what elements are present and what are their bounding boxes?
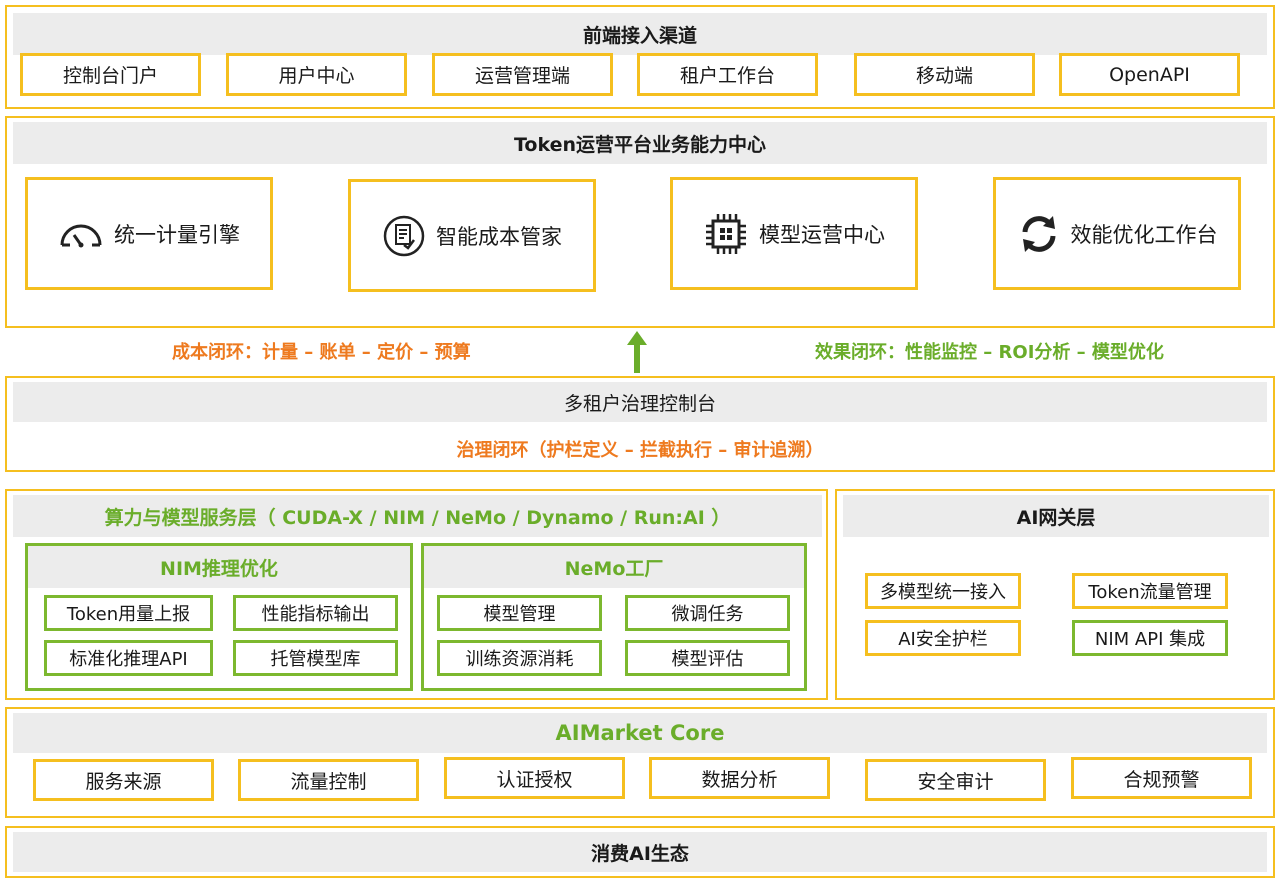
gateway-nim-api-integration[interactable]: NIM API 集成 xyxy=(1072,620,1228,656)
up-arrow-icon xyxy=(627,331,647,373)
ecosystem-panel: 消费AI生态 xyxy=(5,826,1275,878)
gateway-multi-model-access[interactable]: 多模型统一接入 xyxy=(865,573,1021,609)
nim-performance-metrics[interactable]: 性能指标输出 xyxy=(233,595,398,631)
frontend-title: 前端接入渠道 xyxy=(13,13,1267,55)
capability-label: 统一计量引擎 xyxy=(114,222,240,247)
aimarket-data-analysis[interactable]: 数据分析 xyxy=(649,757,830,799)
capability-label: 智能成本管家 xyxy=(436,224,562,249)
nemo-model-evaluation[interactable]: 模型评估 xyxy=(625,640,790,676)
nemo-group-title: NeMo工厂 xyxy=(424,546,804,588)
governance-panel: 多租户治理控制台 治理闭环（护栏定义 – 拦截执行 – 审计追溯） xyxy=(5,376,1275,472)
nim-token-usage-report[interactable]: Token用量上报 xyxy=(44,595,213,631)
governance-loop-text: 治理闭环（护栏定义 – 拦截执行 – 审计追溯） xyxy=(456,440,824,461)
token-platform-title: Token运营平台业务能力中心 xyxy=(13,122,1267,164)
capability-efficiency-workbench[interactable]: 效能优化工作台 xyxy=(993,177,1241,290)
chip-icon xyxy=(703,211,749,257)
ai-gateway-title: AI网关层 xyxy=(843,495,1269,537)
nemo-training-resource-usage[interactable]: 训练资源消耗 xyxy=(437,640,602,676)
aimarket-security-audit[interactable]: 安全审计 xyxy=(865,759,1046,801)
channel-console-portal[interactable]: 控制台门户 xyxy=(20,53,201,96)
nim-group-title: NIM推理优化 xyxy=(28,546,410,588)
governance-title: 多租户治理控制台 xyxy=(563,392,716,415)
compute-layer-title: 算力与模型服务层（ CUDA-X / NIM / NeMo / Dynamo /… xyxy=(13,495,822,537)
channel-openapi[interactable]: OpenAPI xyxy=(1059,53,1240,96)
channel-mobile[interactable]: 移动端 xyxy=(854,53,1035,96)
document-check-icon xyxy=(382,214,426,258)
aimarket-compliance-alert[interactable]: 合规预警 xyxy=(1071,757,1252,799)
gauge-icon xyxy=(58,219,104,249)
nemo-model-management[interactable]: 模型管理 xyxy=(437,595,602,631)
cost-loop-text: 成本闭环：计量 – 账单 – 定价 – 预算 xyxy=(172,342,471,363)
gateway-ai-safety-guardrail[interactable]: AI安全护栏 xyxy=(865,620,1021,656)
nim-standard-inference-api[interactable]: 标准化推理API xyxy=(44,640,213,676)
gateway-token-traffic-management[interactable]: Token流量管理 xyxy=(1072,573,1228,609)
capability-model-ops-center[interactable]: 模型运营中心 xyxy=(670,177,918,290)
channel-ops-console[interactable]: 运营管理端 xyxy=(432,53,613,96)
nemo-finetune-tasks[interactable]: 微调任务 xyxy=(625,595,790,631)
aimarket-authentication[interactable]: 认证授权 xyxy=(444,757,625,799)
capability-label: 模型运营中心 xyxy=(759,222,885,247)
capability-label: 效能优化工作台 xyxy=(1070,222,1218,247)
refresh-cycle-icon xyxy=(1017,212,1061,256)
aimarket-service-source[interactable]: 服务来源 xyxy=(33,759,214,801)
channel-tenant-workbench[interactable]: 租户工作台 xyxy=(637,53,818,96)
effect-loop-text: 效果闭环：性能监控 – ROI分析 – 模型优化 xyxy=(815,342,1164,363)
governance-title-band: 多租户治理控制台 xyxy=(13,382,1267,422)
capability-metering-engine[interactable]: 统一计量引擎 xyxy=(25,177,273,290)
channel-user-center[interactable]: 用户中心 xyxy=(226,53,407,96)
capability-cost-manager[interactable]: 智能成本管家 xyxy=(348,179,596,292)
aimarket-traffic-control[interactable]: 流量控制 xyxy=(238,759,419,801)
nim-hosted-model-library[interactable]: 托管模型库 xyxy=(233,640,398,676)
aimarket-core-title: AIMarket Core xyxy=(13,713,1267,753)
ecosystem-title: 消费AI生态 xyxy=(13,832,1267,872)
